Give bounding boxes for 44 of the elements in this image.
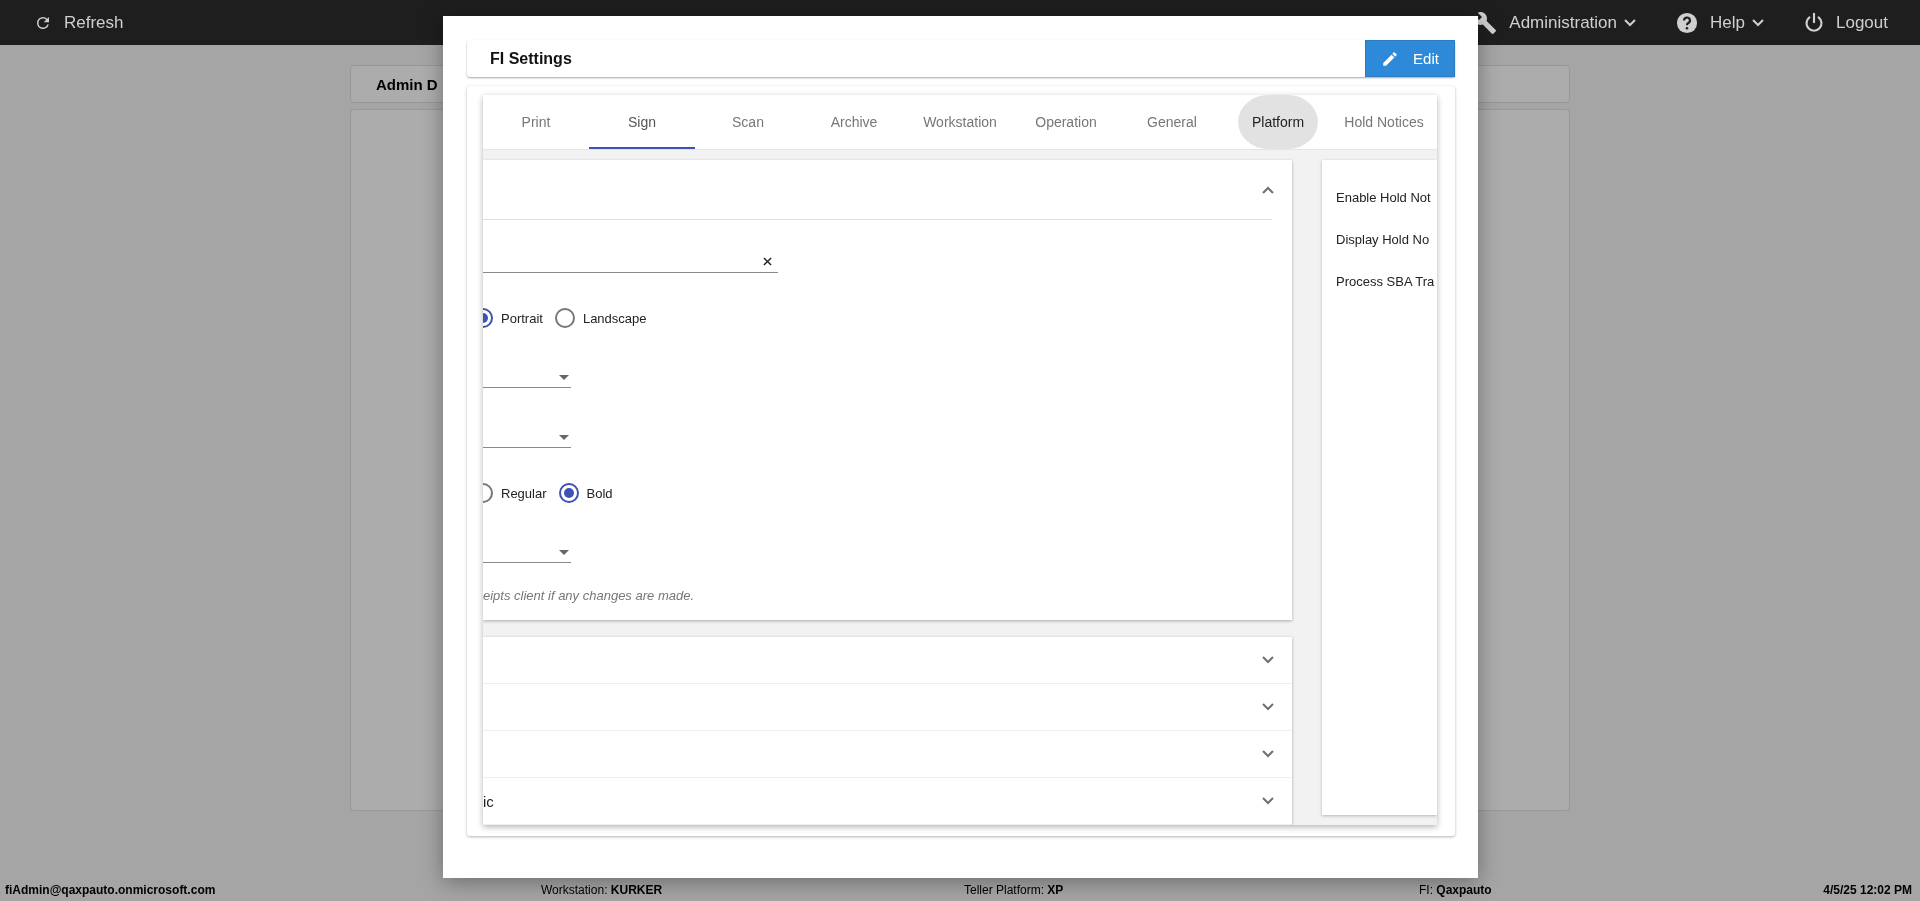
setting-label: Enable Hold Not [1335,190,1432,207]
caret-down-icon [559,550,569,555]
radio-label: Landscape [582,310,647,326]
clear-icon[interactable] [763,257,772,266]
tab[interactable]: Sign [589,95,695,149]
setting-label: Display Hold No [1335,232,1431,249]
chevron-down-icon [1262,703,1274,711]
radio-label: Bold [586,485,613,501]
edit-button[interactable]: Edit [1365,40,1455,77]
chevron-down-icon [1262,797,1274,805]
radio-button[interactable] [558,483,579,503]
panel-title: ic [483,792,494,810]
nav-link[interactable]: Logout [1804,11,1888,34]
tab[interactable]: General [1119,95,1225,149]
workstation-info: Workstation: KURKER [541,883,664,897]
tab[interactable]: Platform [1238,95,1318,149]
caret-down-icon [559,375,569,380]
tab[interactable]: Archive [801,95,907,149]
radio-button[interactable] [554,308,575,328]
nav-menu[interactable]: Help [1676,11,1764,34]
help-icon [1676,11,1699,34]
radio-label: Regular [501,485,547,501]
user-email: fiAdmin@qaxpauto.onmicrosoft.com [5,883,217,897]
caret-down-icon [559,435,569,440]
pencil-icon [1381,49,1400,68]
platform-info: Teller Platform: XP [964,883,1065,897]
expansion-panel-header[interactable]: ic [483,778,1292,825]
fi-info: FI: Qaxpauto [1419,883,1493,897]
tab[interactable]: Workstation [907,95,1013,149]
tab[interactable]: Scan [695,95,801,149]
chevron-down-icon [1262,656,1274,664]
chevron-up-icon [1262,185,1274,194]
dialog-title: FI Settings [489,49,572,68]
chevron-down-icon [1262,750,1274,758]
setting-label: Process SBA Tra [1335,274,1436,291]
card-title: Admin D [376,75,438,93]
date-time: 4/5/25 12:02 PM [1823,883,1912,897]
power-icon [1804,11,1824,34]
radio-label: Portrait [501,310,543,326]
nav-refresh[interactable]: Refresh [34,12,124,33]
hint-text: eipts client if any changes are made. [483,588,694,603]
tab[interactable]: Operation [1013,95,1119,149]
tab[interactable]: Hold Notices [1331,95,1437,149]
tab[interactable]: Print [483,95,589,149]
